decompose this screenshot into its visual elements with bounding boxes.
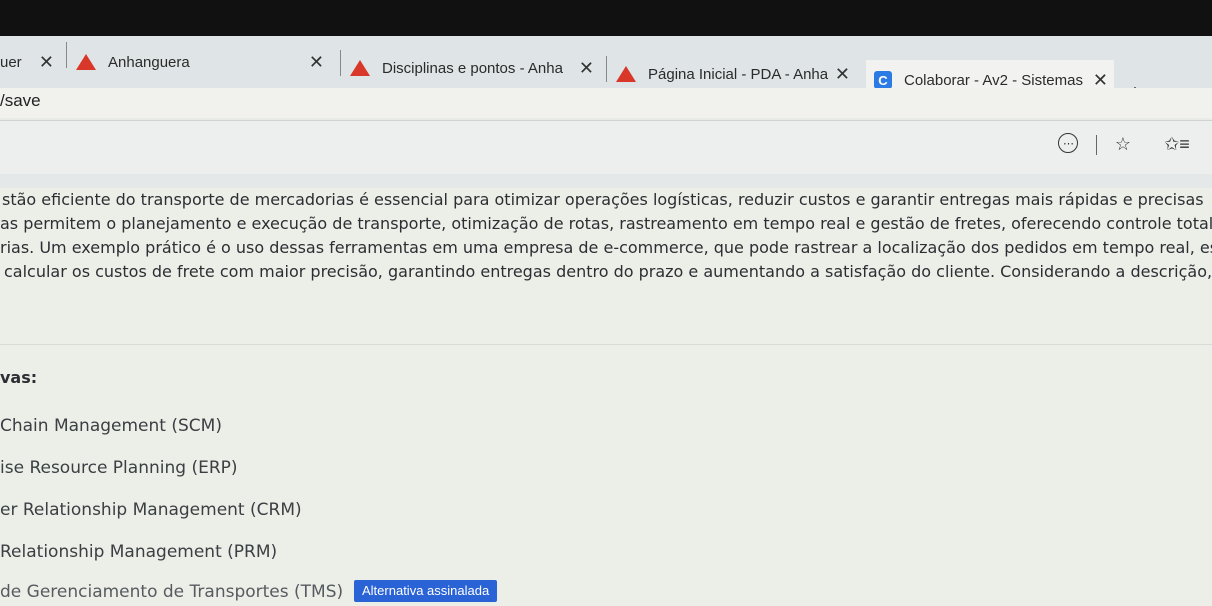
tab-2[interactable]: Anhanguera ✕ <box>76 42 330 82</box>
option-prm[interactable]: Relationship Management (PRM) <box>0 542 277 562</box>
tab-separator <box>66 42 67 68</box>
tab-bar: uer ✕ Anhanguera ✕ Disciplinas e pontos … <box>0 36 1212 100</box>
tab-5-title: Colaborar - Av2 - Sistemas <box>904 71 1083 89</box>
question-line-4: calcular os custos de frete com maior pr… <box>4 262 1212 281</box>
tab-1-title: uer <box>0 53 22 71</box>
tab-2-title: Anhanguera <box>108 53 190 71</box>
address-bar[interactable]: /save <box>0 88 1212 118</box>
warning-triangle-icon <box>616 66 636 82</box>
question-line-2: as permitem o planejamento e execução de… <box>0 214 1212 233</box>
option-erp[interactable]: ise Resource Planning (ERP) <box>0 458 238 478</box>
option-crm[interactable]: er Relationship Management (CRM) <box>0 500 302 520</box>
tab-1[interactable]: uer ✕ <box>0 42 60 82</box>
tab-3[interactable]: Disciplinas e pontos - Anha ✕ <box>350 48 600 88</box>
warning-triangle-icon <box>76 54 96 70</box>
question-text: stão eficiente do transporte de mercador… <box>0 188 1212 284</box>
question-line-1: stão eficiente do transporte de mercador… <box>2 190 1204 209</box>
tab-4-title: Página Inicial - PDA - Anha <box>648 65 829 83</box>
star-icon[interactable]: ☆ <box>1112 133 1134 155</box>
alternatives-label: vas: <box>0 368 38 387</box>
tab-3-title: Disciplinas e pontos - Anha <box>382 59 563 77</box>
question-content: stão eficiente do transporte de mercador… <box>0 188 1212 606</box>
option-scm[interactable]: Chain Management (SCM) <box>0 416 222 436</box>
tab-4-close-icon[interactable]: ✕ <box>829 64 856 85</box>
page-header-strip <box>0 174 1212 188</box>
tab-separator <box>340 50 341 76</box>
tab-separator <box>606 56 607 82</box>
selected-answer-badge: Alternativa assinalada <box>354 580 498 602</box>
c-icon: C <box>874 71 892 89</box>
more-options-icon[interactable]: ⋯ <box>1058 133 1078 153</box>
favorites-icon[interactable]: ✩≡ <box>1164 133 1190 155</box>
toolbar-separator <box>1096 135 1097 155</box>
warning-triangle-icon <box>350 60 370 76</box>
tab-1-close-icon[interactable]: ✕ <box>33 52 60 73</box>
browser-toolbar: ⋯ ☆ ✩≡ <box>0 120 1212 175</box>
tab-3-close-icon[interactable]: ✕ <box>573 58 600 79</box>
screen-bezel <box>0 0 1212 40</box>
tab-2-close-icon[interactable]: ✕ <box>303 52 330 73</box>
question-line-3: rias. Um exemplo prático é o uso dessas … <box>0 238 1212 257</box>
option-tms[interactable]: de Gerenciamento de Transportes (TMS) <box>0 582 343 602</box>
address-text[interactable]: /save <box>0 91 41 111</box>
content-divider <box>0 344 1212 345</box>
